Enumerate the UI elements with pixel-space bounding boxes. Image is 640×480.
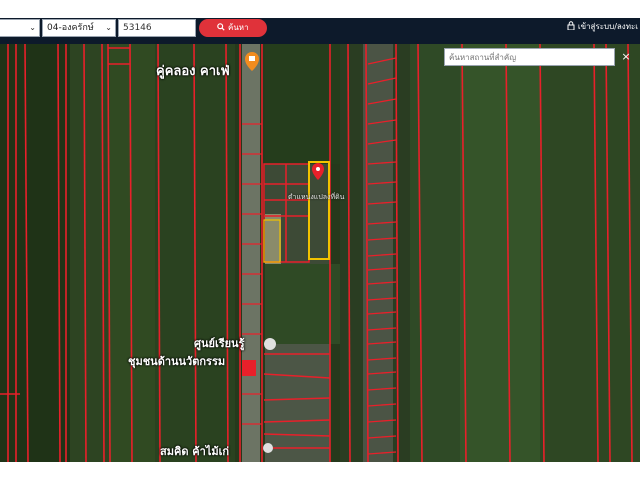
parcel-code-input[interactable]	[118, 19, 196, 37]
learning-center-poi-icon[interactable]	[264, 338, 276, 350]
map-view[interactable]: คู่คลอง คาเฟ่ ตำแหน่งแปลงที่ดิน ศูนย์เรี…	[0, 44, 640, 462]
search-button[interactable]: ค้นหา	[199, 19, 267, 37]
satellite-map[interactable]	[0, 44, 640, 462]
lock-icon	[567, 21, 578, 31]
search-icon	[217, 23, 228, 32]
close-icon[interactable]: ×	[617, 48, 635, 66]
search-button-label: ค้นหา	[227, 23, 249, 32]
map-label-cafe[interactable]: คู่คลอง คาเฟ่	[156, 60, 230, 81]
chevron-down-icon: ⌄	[105, 23, 112, 32]
district-select[interactable]: 04-องครักษ์ ⌄	[42, 19, 116, 37]
district-select-value: 04-องครักษ์	[47, 23, 94, 33]
province-select[interactable]: ⌄	[0, 19, 40, 37]
map-label-center-line2[interactable]: ชุมชนด้านนวัตกรรม	[128, 352, 225, 370]
bottom-strip	[0, 462, 640, 480]
place-search-input[interactable]	[444, 48, 615, 66]
map-label-shop[interactable]: สมคิด ค้าไม้เก่	[160, 442, 229, 460]
chevron-down-icon: ⌄	[29, 23, 36, 32]
map-label-center-line1[interactable]: ศูนย์เรียนรู้	[194, 334, 245, 352]
shop-poi-icon[interactable]	[263, 443, 273, 453]
toolbar: ⌄ 04-องครักษ์ ⌄ ค้นหา เข้าสู่ระบบ/ลงทะเ	[0, 18, 640, 44]
top-strip	[0, 0, 640, 18]
login-label: เข้าสู่ระบบ/ลงทะเ	[577, 22, 638, 31]
map-label-parcel-position: ตำแหน่งแปลงที่ดิน	[288, 193, 345, 201]
login-link[interactable]: เข้าสู่ระบบ/ลงทะเ	[567, 18, 638, 36]
